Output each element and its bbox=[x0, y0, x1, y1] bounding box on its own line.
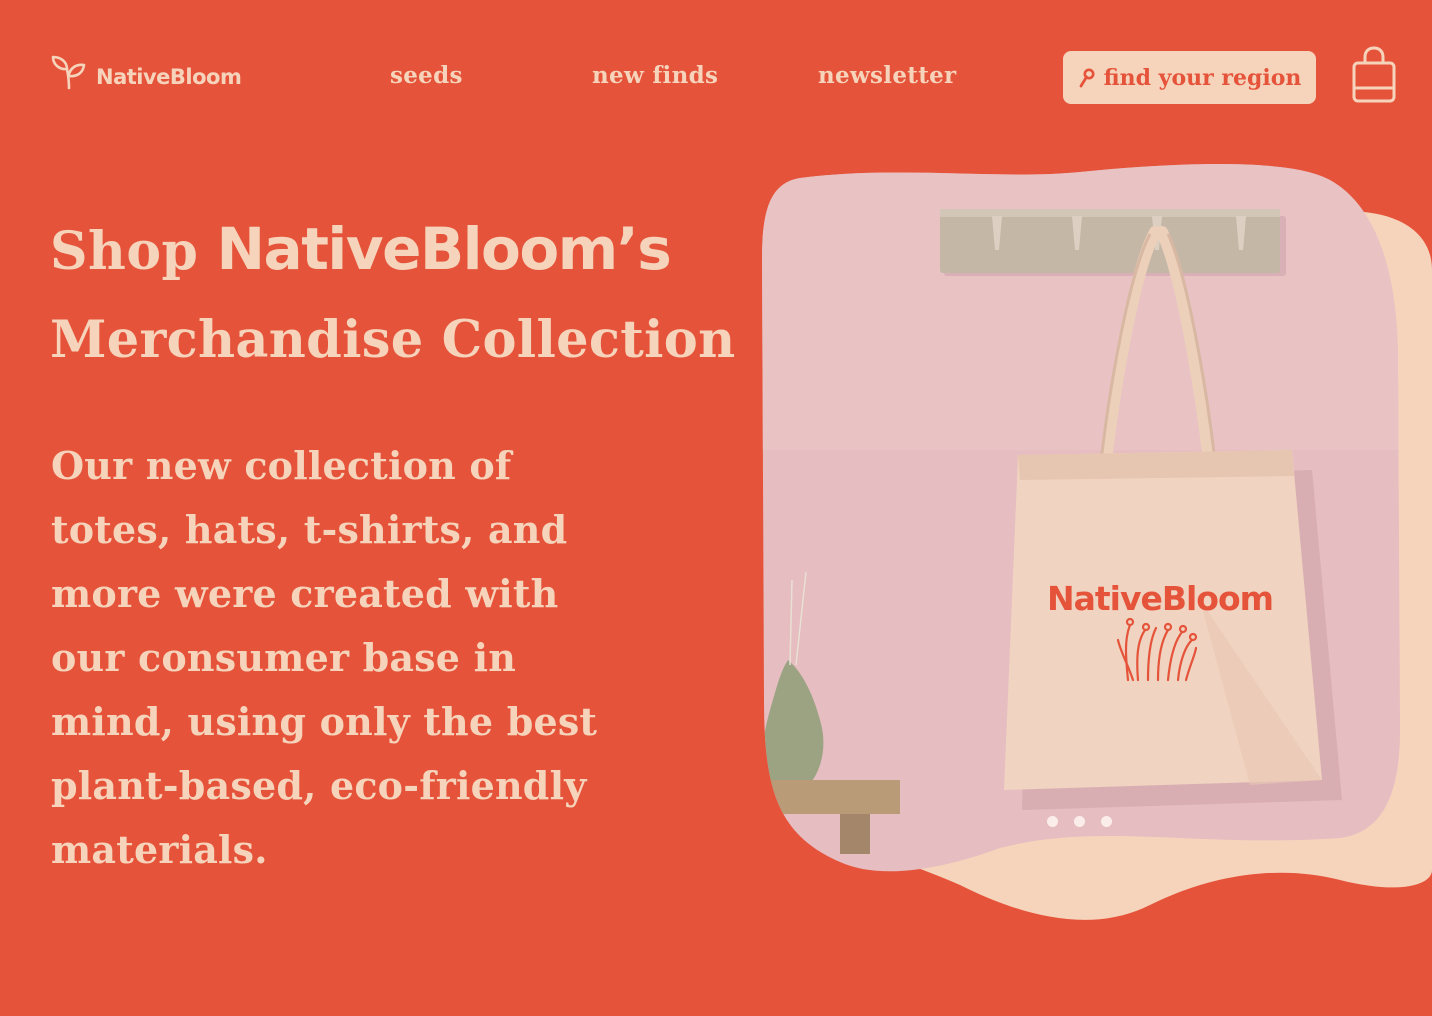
carousel-dot-3[interactable] bbox=[1101, 816, 1112, 827]
sprout-icon bbox=[51, 55, 86, 90]
hero-title-brand: NativeBloom’s bbox=[216, 215, 672, 283]
carousel-dots bbox=[1047, 816, 1112, 827]
find-region-button[interactable]: find your region bbox=[1063, 51, 1316, 104]
hero-title-prefix: Shop bbox=[50, 221, 199, 282]
hero-description: Our new collection of totes, hats, t-shi… bbox=[51, 443, 598, 872]
stool bbox=[762, 780, 900, 814]
carousel-dot-1[interactable] bbox=[1047, 816, 1058, 827]
nav-newsletter[interactable]: newsletter bbox=[818, 62, 956, 89]
shopping-bag-icon[interactable] bbox=[1350, 46, 1398, 104]
carousel-dot-2[interactable] bbox=[1074, 816, 1085, 827]
brand-name: NativeBloom bbox=[96, 65, 242, 89]
wall-rack bbox=[940, 209, 1280, 273]
hero-title-line1: Shop NativeBloom’s bbox=[50, 205, 735, 296]
nav-seeds[interactable]: seeds bbox=[390, 62, 463, 89]
find-region-label: find your region bbox=[1103, 64, 1302, 91]
nav-new-finds[interactable]: new finds bbox=[592, 62, 718, 89]
hero-title: Shop NativeBloom’s Merchandise Collectio… bbox=[50, 205, 735, 384]
brand-logo-link[interactable]: NativeBloom bbox=[50, 54, 242, 90]
tote-print-text: NativeBloom bbox=[1047, 579, 1273, 618]
pin-icon bbox=[1079, 68, 1095, 87]
hero-title-line2: Merchandise Collection bbox=[50, 310, 736, 370]
